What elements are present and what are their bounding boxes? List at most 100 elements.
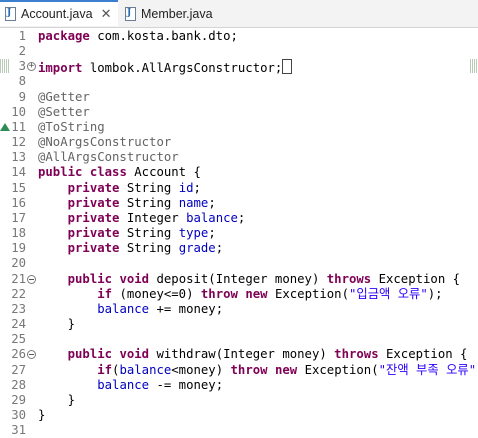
expand-fold-icon[interactable] [27, 62, 36, 72]
code-token: withdraw(Integer money) [149, 347, 335, 362]
code-line[interactable]: 19 private String grade; [0, 241, 478, 256]
code-token: com.kosta.bank.dto; [89, 29, 238, 43]
code-line[interactable]: 24 } [0, 317, 478, 332]
code-line[interactable]: 26 public void withdraw(Integer money) t… [0, 347, 478, 362]
code-token: ; [215, 241, 224, 256]
code-line[interactable]: 8 [0, 74, 478, 89]
keyword: new [245, 286, 268, 301]
line-number: 23 [11, 301, 26, 316]
tab-member-java[interactable]: J Member.java [120, 0, 230, 27]
code-text: if (money<=0) throw new Exception("입금액 오… [38, 286, 443, 302]
code-line[interactable]: 2 [0, 44, 478, 59]
editor-tab-bar: J Account.java ✕ J Member.java [0, 0, 478, 28]
code-text: } [38, 408, 45, 423]
keyword: import [38, 61, 83, 76]
code-line[interactable]: 1 package com.kosta.bank.dto; [0, 29, 478, 44]
line-number: 1 [18, 29, 26, 43]
code-token: } [38, 408, 46, 422]
collapse-fold-icon[interactable] [27, 274, 36, 284]
keyword: void [119, 347, 150, 362]
code-line[interactable]: 20 [0, 256, 478, 271]
code-token: } [38, 392, 76, 407]
tab-label: Account.java [21, 7, 93, 21]
code-token: (money<=0) [112, 286, 201, 301]
line-number: 10 [11, 104, 26, 119]
keyword: package [38, 29, 90, 43]
code-line[interactable]: 22 if (money<=0) throw new Exception("입금… [0, 287, 478, 302]
code-token: <money) [171, 362, 231, 377]
code-line[interactable]: 21 public void deposit(Integer money) th… [0, 272, 478, 287]
field-name: balance [186, 210, 238, 225]
code-token: String [119, 180, 179, 195]
code-line[interactable]: 15 private String id; [0, 181, 478, 196]
code-line[interactable]: 14 public class Account { [0, 165, 478, 180]
code-line[interactable]: 11 @ToString [0, 120, 478, 135]
code-text: balance += money; [38, 302, 223, 317]
line-number: 2 [18, 44, 26, 59]
keyword: throws [334, 347, 379, 362]
code-line[interactable]: 12 @NoArgsConstructor [0, 135, 478, 150]
code-line[interactable]: 25 [0, 332, 478, 347]
keyword: private [67, 180, 120, 195]
line-number: 26 [11, 347, 26, 362]
code-line[interactable]: 30} [0, 408, 478, 423]
code-line[interactable]: 29 } [0, 393, 478, 408]
code-text: @NoArgsConstructor [38, 135, 171, 150]
tab-account-java[interactable]: J Account.java ✕ [0, 0, 118, 26]
code-token: Exception { [371, 271, 461, 286]
line-number: 21 [11, 271, 26, 286]
line-number: 25 [11, 332, 26, 347]
change-marker [0, 59, 10, 74]
java-file-icon: J [124, 6, 136, 21]
keyword: private [67, 210, 120, 225]
keyword: throw [200, 286, 238, 301]
keyword: new [274, 362, 298, 377]
code-line[interactable]: 17 private Integer balance; [0, 211, 478, 226]
line-number: 28 [11, 377, 26, 392]
line-number: 18 [11, 226, 26, 241]
annotation: @NoArgsConstructor [38, 135, 172, 150]
code-token: ); [427, 286, 443, 301]
keyword: public [67, 347, 113, 362]
line-number: 24 [11, 317, 26, 332]
field-name: name [178, 195, 209, 210]
code-line[interactable]: 16 private String name; [0, 196, 478, 211]
collapse-fold-icon[interactable] [27, 350, 36, 360]
annotation: @AllArgsConstructor [38, 150, 179, 165]
code-line[interactable]: 28 balance -= money; [0, 378, 478, 393]
code-line[interactable]: 10 @Setter [0, 105, 478, 120]
code-text: private String grade; [38, 241, 224, 256]
code-line[interactable]: 18 private String type; [0, 226, 478, 241]
code-token: ; [237, 210, 246, 225]
code-token: String [119, 241, 179, 256]
line-number: 27 [11, 362, 26, 377]
code-line[interactable]: 3import lombok.AllArgsConstructor; [0, 59, 478, 76]
annotation: @Setter [38, 104, 90, 119]
code-line[interactable]: 13 @AllArgsConstructor [0, 150, 478, 165]
line-number: 12 [11, 135, 26, 150]
keyword: void [119, 271, 150, 286]
line-number: 13 [11, 150, 26, 165]
code-text: if(balance<money) throw new Exception("잔… [38, 363, 478, 378]
code-line[interactable]: 9 @Getter [0, 90, 478, 105]
code-editor[interactable]: 1 package com.kosta.bank.dto; 23import lom… [0, 28, 478, 437]
string-literal: "입금액 오류" [348, 286, 428, 301]
text-cursor [282, 59, 293, 75]
code-line[interactable]: 27 if(balance<money) throw new Exception… [0, 363, 478, 378]
line-number: 30 [11, 408, 26, 422]
keyword: throw [230, 362, 268, 377]
code-text: private String name; [38, 196, 216, 211]
code-line[interactable]: 23 balance += money; [0, 302, 478, 317]
code-line[interactable]: 31 [0, 423, 478, 438]
field-name: type [178, 226, 209, 241]
string-literal: "잔액 부족 오류" [378, 362, 477, 377]
close-icon[interactable]: ✕ [101, 6, 112, 22]
keyword: public [67, 271, 113, 286]
keyword: private [67, 195, 120, 210]
